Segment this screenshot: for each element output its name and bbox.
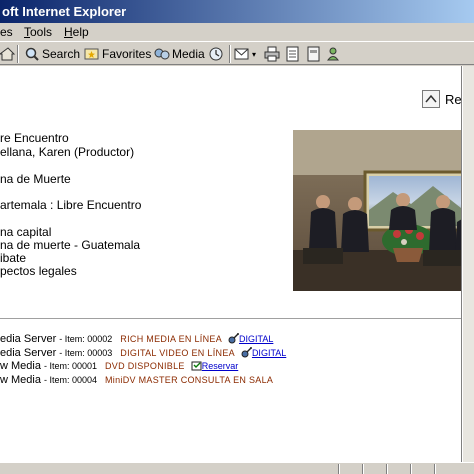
history-button[interactable] — [208, 44, 226, 64]
mail-dropdown-icon[interactable]: ▾ — [252, 50, 256, 59]
home-button[interactable] — [0, 44, 18, 64]
search-button[interactable]: Search — [24, 44, 80, 64]
discuss-icon — [307, 46, 320, 62]
holding-row: edia Server - Item: 00002 RICH MEDIA EN … — [0, 332, 273, 345]
window-title-bar[interactable]: oft Internet Explorer — [0, 0, 474, 23]
window-title: oft Internet Explorer — [2, 4, 127, 19]
search-icon — [25, 47, 39, 61]
menu-favorites[interactable]: es — [0, 23, 13, 41]
holding-server: w Media — [0, 359, 41, 372]
page-content: Regr re Encuentro ellana, Karen (Product… — [0, 66, 462, 462]
media-button[interactable]: Media — [154, 44, 205, 64]
record-author: ellana, Karen (Productor) — [0, 145, 135, 159]
video-still-image — [293, 130, 461, 291]
regresar-label: Regr — [445, 91, 462, 107]
edit-page-icon — [286, 46, 299, 62]
menu-tools[interactable]: Tools — [24, 23, 52, 41]
holding-type: MiniDV MASTER CONSULTA EN SALA — [105, 374, 274, 385]
holding-row: w Media - Item: 00004 MiniDV MASTER CONS… — [0, 373, 273, 386]
record-collection: artemala : Libre Encuentro — [0, 198, 142, 212]
menu-help[interactable]: Help — [64, 23, 89, 41]
search-label: Search — [42, 47, 81, 61]
media-label: Media — [172, 47, 205, 61]
record-series: na de Muerte — [0, 172, 71, 186]
favorites-icon — [84, 48, 99, 60]
favorites-button[interactable]: Favorites — [84, 44, 151, 64]
messenger-button[interactable] — [327, 44, 345, 64]
messenger-icon — [327, 47, 339, 61]
edit-button[interactable] — [285, 44, 303, 64]
satellite-icon — [241, 347, 252, 358]
holding-item: - Item: 00001 — [43, 360, 97, 371]
digital-link[interactable]: DIGITAL — [228, 333, 273, 344]
record-title: re Encuentro — [0, 131, 69, 145]
holding-server: w Media — [0, 373, 41, 386]
menu-bar: es Tools Help — [0, 23, 474, 41]
reservar-link[interactable]: Reservar — [191, 360, 238, 371]
regresar-button[interactable]: Regr — [422, 90, 462, 108]
record-subject: na de muerte - Guatemala — [0, 238, 141, 252]
media-icon — [154, 48, 170, 60]
holding-server: edia Server — [0, 332, 57, 345]
record-subject: ibate — [0, 251, 27, 265]
home-icon — [0, 47, 16, 61]
mail-icon — [234, 48, 249, 60]
history-icon — [209, 47, 223, 61]
print-button[interactable] — [264, 44, 282, 64]
holding-type: DVD DISPONIBLE — [105, 360, 185, 371]
holding-type: RICH MEDIA EN LÍNEA — [120, 333, 223, 344]
holding-item: - Item: 00003 — [59, 347, 113, 358]
discuss-button[interactable] — [306, 44, 324, 64]
holding-type: DIGITAL VIDEO EN LÍNEA — [120, 347, 235, 358]
toolbar: Search Favorites Media ▾ — [0, 41, 474, 65]
holding-server: edia Server — [0, 346, 57, 359]
digital-link[interactable]: DIGITAL — [241, 347, 286, 358]
record-subject: pectos legales — [0, 264, 77, 278]
mail-button[interactable]: ▾ — [234, 44, 256, 64]
holding-item: - Item: 00002 — [59, 333, 113, 344]
satellite-icon — [228, 333, 240, 344]
section-divider — [0, 318, 461, 320]
vertical-scrollbar[interactable] — [462, 66, 474, 462]
holding-row: edia Server - Item: 00003 DIGITAL VIDEO … — [0, 346, 286, 359]
up-arrow-icon — [422, 90, 440, 108]
holding-row: w Media - Item: 00001 DVD DISPONIBLE Res… — [0, 359, 238, 372]
status-bar — [0, 462, 474, 474]
favorites-label: Favorites — [102, 47, 152, 61]
record-subject: na capital — [0, 225, 52, 239]
video-thumbnail[interactable] — [293, 130, 461, 291]
printer-icon — [264, 46, 280, 62]
reserve-icon — [191, 361, 202, 371]
holding-item: - Item: 00004 — [43, 374, 97, 385]
